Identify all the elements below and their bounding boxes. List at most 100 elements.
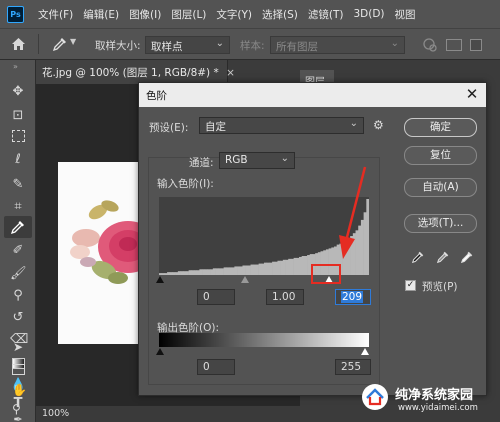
dialog-title: 色阶	[146, 90, 167, 102]
histogram-bar	[164, 273, 168, 275]
black-point-eyedropper-icon[interactable]	[411, 250, 425, 264]
healing-brush-tool-icon[interactable]: ✐	[10, 243, 26, 259]
swatch-icon[interactable]	[470, 39, 482, 51]
histogram-bar	[210, 269, 214, 275]
chevron-down-icon: ⌄	[280, 153, 289, 164]
quick-selection-tool-icon[interactable]: ✎	[10, 177, 26, 193]
history-brush-tool-icon[interactable]: ↺	[10, 310, 26, 326]
input-white-field[interactable]: 209	[335, 289, 371, 305]
stamp-tool-icon[interactable]: ⚲	[10, 288, 26, 304]
house-logo-icon	[366, 388, 384, 406]
histogram-bar	[223, 267, 227, 275]
output-gradient	[159, 333, 369, 347]
artboard-tool-icon[interactable]: ⊡	[10, 108, 26, 124]
histogram-bar	[255, 264, 259, 275]
channel-label: 通道:	[189, 157, 214, 169]
output-black-field[interactable]: 0	[197, 359, 235, 375]
sample-label: 样本:	[240, 40, 265, 52]
menu-filter[interactable]: 滤镜(T)	[303, 7, 349, 22]
sample-size-select[interactable]: 取样点 ⌄	[145, 36, 230, 54]
menu-view[interactable]: 视图	[390, 7, 421, 22]
marquee-tool-icon[interactable]	[12, 130, 25, 142]
histogram-bar	[307, 255, 311, 275]
histogram-bar	[175, 272, 179, 275]
menu-3d[interactable]: 3D(D)	[348, 8, 389, 20]
options-button[interactable]: 选项(T)...	[404, 214, 477, 233]
histogram-bar	[250, 264, 254, 275]
gray-point-eyedropper-icon[interactable]	[436, 250, 450, 264]
show-sampling-ring-icon[interactable]	[446, 39, 462, 51]
zoom-tool-icon[interactable]: ⚲	[12, 402, 21, 416]
menu-file[interactable]: 文件(F)	[33, 7, 78, 22]
preview-checkbox[interactable]: ✓	[405, 280, 416, 291]
histogram-bar	[293, 257, 297, 275]
output-white-field[interactable]: 255	[335, 359, 371, 375]
histogram-bar	[239, 266, 243, 275]
zoom-level[interactable]: 100%	[42, 408, 69, 419]
eyedropper-icon[interactable]	[10, 219, 26, 235]
path-selection-tool-icon[interactable]: ➤	[13, 340, 23, 354]
input-levels-label: 输入色阶(I):	[157, 178, 214, 190]
annotation-highlight-box	[311, 264, 341, 284]
menu-bar: Ps 文件(F) 编辑(E) 图像(I) 图层(L) 文字(Y) 选择(S) 滤…	[0, 0, 500, 28]
menu-edit[interactable]: 编辑(E)	[78, 7, 124, 22]
histogram-bar	[185, 271, 189, 275]
channel-select[interactable]: RGB ⌄	[219, 152, 295, 169]
ok-button[interactable]: 确定	[404, 118, 477, 137]
reset-button[interactable]: 复位	[404, 146, 477, 165]
histogram-bar	[159, 273, 162, 275]
menu-select[interactable]: 选择(S)	[257, 7, 303, 22]
histogram-bar	[191, 270, 195, 275]
histogram-bar	[290, 258, 294, 275]
document-canvas[interactable]	[58, 162, 158, 344]
sample-all-layers-icon[interactable]	[422, 37, 438, 53]
input-gamma-slider[interactable]	[241, 276, 249, 283]
histogram-bar	[177, 271, 181, 275]
input-black-slider[interactable]	[156, 276, 164, 283]
photoshop-logo: Ps	[7, 5, 24, 23]
auto-button[interactable]: 自动(A)	[404, 178, 477, 197]
input-black-field[interactable]: 0	[197, 289, 235, 305]
sample-size-label: 取样大小:	[95, 40, 141, 52]
close-icon[interactable]: ✕	[464, 85, 480, 103]
menu-type[interactable]: 文字(Y)	[211, 7, 257, 22]
crop-tool-icon[interactable]: ⌗	[10, 199, 26, 215]
preset-options-gear-icon[interactable]: ⚙	[373, 118, 384, 132]
menu-layer[interactable]: 图层(L)	[166, 7, 211, 22]
menu-image[interactable]: 图像(I)	[124, 7, 166, 22]
levels-dialog: 色阶 ✕ 预设(E): 自定 ⌄ ⚙ 通道: RGB ⌄ 输入色阶(I): 0 …	[138, 82, 487, 396]
lasso-tool-icon[interactable]: ℓ	[10, 152, 26, 168]
tool-preset-chevron-icon[interactable]: ▼	[70, 37, 76, 46]
histogram-bar	[194, 270, 197, 275]
eyedropper-tool-icon[interactable]	[52, 36, 68, 52]
close-icon[interactable]: ×	[226, 67, 235, 79]
input-gamma-field[interactable]: 1.00	[266, 289, 304, 305]
output-black-slider[interactable]	[156, 348, 164, 355]
watermark-logo	[362, 384, 388, 410]
move-tool-icon[interactable]: ✥	[10, 84, 26, 100]
status-bar: 100%	[36, 406, 300, 422]
sample-select[interactable]: 所有图层 ⌄	[270, 36, 405, 54]
histogram-bar	[215, 268, 219, 275]
histogram-bar	[247, 265, 251, 275]
home-icon[interactable]	[11, 37, 26, 51]
histogram-bar	[237, 266, 241, 275]
white-point-eyedropper-icon[interactable]	[460, 250, 474, 264]
collapse-icon[interactable]: »	[13, 62, 18, 71]
histogram-bar	[172, 272, 176, 275]
document-tab[interactable]: 花.jpg @ 100% (图层 1, RGB/8#) * ×	[36, 60, 235, 84]
output-white-slider[interactable]	[361, 348, 369, 355]
preview-label: 预览(P)	[422, 281, 458, 293]
histogram-bar	[277, 260, 281, 275]
dialog-titlebar[interactable]: 色阶 ✕	[139, 83, 486, 107]
histogram-bar	[264, 262, 267, 275]
histogram-bar	[167, 272, 171, 275]
brush-tool-icon[interactable]: 🖌	[10, 266, 27, 282]
histogram-bar	[202, 269, 206, 275]
histogram-bar	[183, 271, 187, 275]
hand-tool-icon[interactable]: ✋	[12, 383, 27, 397]
preset-select[interactable]: 自定 ⌄	[199, 117, 364, 134]
histogram-bar	[258, 263, 262, 275]
rectangle-tool-icon[interactable]	[12, 364, 25, 375]
histogram-bar	[245, 265, 249, 275]
